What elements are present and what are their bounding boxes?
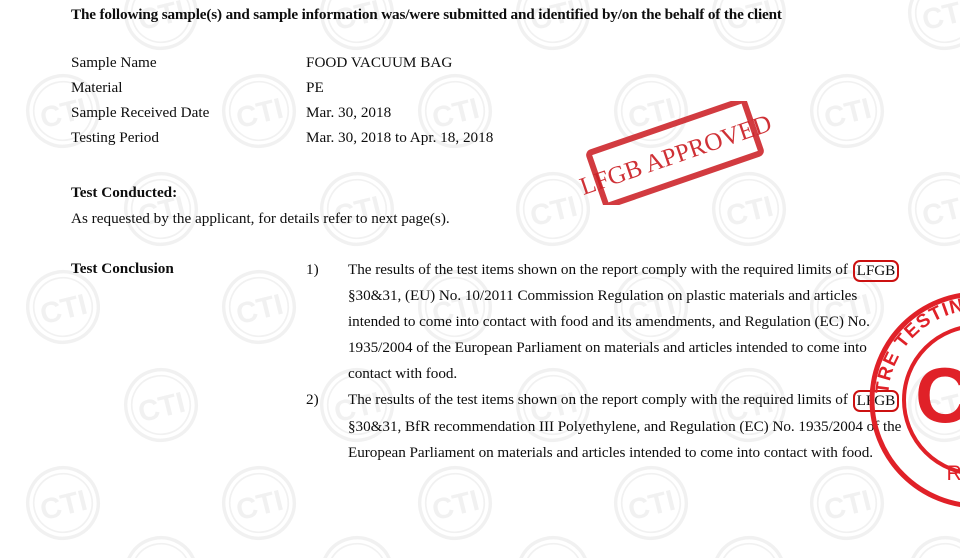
report-page: CTI CTI CTI CTI CTI CTI CTI CTI CTI CTI CTI CTI CTI C…	[0, 0, 960, 558]
sample-info-row: Material PE	[71, 75, 691, 100]
lfgb-highlight-box: LFGB	[852, 390, 900, 413]
document-content: The following sample(s) and sample infor…	[0, 0, 960, 558]
conclusion-text-before: The results of the test items shown on t…	[348, 391, 848, 409]
test-conclusion-heading: Test Conclusion	[71, 260, 174, 277]
sample-info-row: Sample Received Date Mar. 30, 2018	[71, 100, 691, 125]
test-conclusion-list: 1) The results of the test items shown on…	[306, 257, 906, 466]
test-conclusion-number: 2)	[306, 391, 319, 409]
test-conclusion-item: 1) The results of the test items shown on…	[306, 257, 906, 387]
test-conclusion-text: The results of the test items shown on t…	[348, 387, 906, 465]
sample-info-label: Testing Period	[71, 129, 159, 146]
sample-info-label: Material	[71, 79, 123, 96]
sample-info-value: PE	[306, 79, 324, 96]
sample-info-value: FOOD VACUUM BAG	[306, 54, 453, 71]
test-conclusion-number: 1)	[306, 261, 319, 278]
sample-info-row: Testing Period Mar. 30, 2018 to Apr. 18, …	[71, 125, 691, 150]
test-conducted-heading: Test Conducted:	[71, 184, 178, 201]
conclusion-text-after: §30&31, BfR recommendation III Polyethyl…	[348, 417, 902, 461]
sample-info-label: Sample Received Date	[71, 104, 210, 121]
lfgb-highlight-box: LFGB	[852, 260, 900, 282]
sample-info-table: Sample Name FOOD VACUUM BAG Material PE Samp…	[71, 50, 691, 150]
sample-info-value: Mar. 30, 2018	[306, 104, 392, 121]
conclusion-text-after: §30&31, (EU) No. 10/2011 Commission Regu…	[348, 287, 870, 383]
test-conclusion-item: 2) The results of the test items shown on…	[306, 387, 906, 465]
sample-info-row: Sample Name FOOD VACUUM BAG	[71, 50, 691, 75]
sample-info-label: Sample Name	[71, 54, 157, 71]
conclusion-text-before: The results of the test items shown on t…	[348, 261, 848, 278]
test-conclusion-text: The results of the test items shown on t…	[348, 257, 906, 387]
test-conducted-body: As requested by the applicant, for detai…	[71, 210, 450, 227]
intro-paragraph: The following sample(s) and sample infor…	[71, 6, 782, 23]
sample-info-value: Mar. 30, 2018 to Apr. 18, 2018	[306, 129, 494, 146]
